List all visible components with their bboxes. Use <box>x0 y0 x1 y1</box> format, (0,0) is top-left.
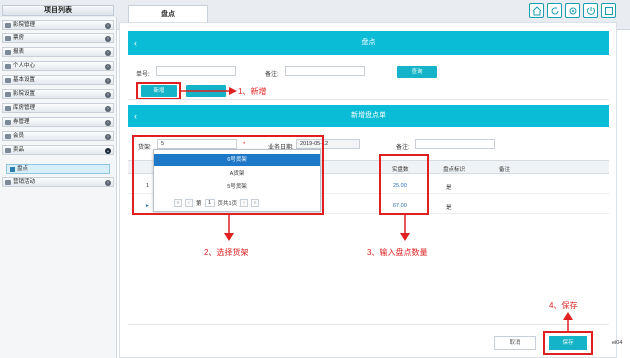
sidebar: 影院管理 › 票房 › 报表 › 个人中心 › 基本设置 › 影院设置 › 库房管理 › 券管… <box>0 17 117 358</box>
home-icon[interactable] <box>529 3 544 18</box>
panel-title: 盘点 <box>361 39 376 46</box>
remark-label: 备注: <box>265 72 279 78</box>
annotation-step3: 3、输入盘点数量 <box>367 248 428 257</box>
query-button[interactable]: 查询 <box>397 66 437 78</box>
chevron-right-icon: › <box>105 91 111 98</box>
chevron-down-icon: ⌄ <box>105 147 111 154</box>
sidebar-item-reports[interactable]: 报表 › <box>2 47 114 57</box>
menu-icon <box>5 180 11 185</box>
remark-input[interactable] <box>285 66 365 76</box>
sidebar-item-warehouse[interactable]: 库房管理 › <box>2 103 114 113</box>
sidebar-item-cinema[interactable]: 影院管理 › <box>2 20 114 30</box>
arrow-down-icon <box>400 215 410 241</box>
highlight-shelf <box>132 135 324 215</box>
sidebar-item-goods[interactable]: 卖品 ⌄ <box>2 145 114 155</box>
form-remark-input[interactable] <box>415 139 495 149</box>
sidebar-subitem-inventory[interactable]: 盘点 <box>6 164 110 174</box>
logout-icon[interactable] <box>583 3 598 18</box>
annotation-step2: 2、选择货架 <box>204 248 249 257</box>
menu-icon <box>5 23 11 28</box>
chevron-right-icon: › <box>105 77 111 84</box>
sidebar-item-members[interactable]: 会员 › <box>2 131 114 141</box>
cell-flag: 是 <box>446 185 452 191</box>
order-no-label: 单号: <box>136 72 150 78</box>
panel-header: ‹ 盘点 <box>128 31 609 55</box>
menu-icon <box>5 120 11 125</box>
highlight-qty <box>379 154 429 215</box>
settings-icon[interactable] <box>565 3 580 18</box>
menu-icon <box>5 64 11 69</box>
order-no-input[interactable] <box>156 66 236 76</box>
menu-icon <box>5 50 11 55</box>
fullscreen-icon[interactable] <box>601 3 616 18</box>
cancel-button[interactable]: 取消 <box>494 336 536 350</box>
menu-icon <box>5 36 11 41</box>
arrow-up-icon <box>563 312 573 332</box>
col-remark: 备注 <box>499 167 511 173</box>
divider <box>128 99 609 100</box>
menu-icon <box>5 92 11 97</box>
annotation-step4: 4、保存 <box>549 301 578 310</box>
chevron-right-icon: › <box>105 49 111 56</box>
col-flag: 盘点标识 <box>443 167 466 173</box>
chevron-right-icon: › <box>105 179 111 186</box>
divider <box>128 324 609 325</box>
form-header: ‹ 新增盘点单 <box>128 105 609 127</box>
corner-tag: ei04 <box>612 340 623 346</box>
back-icon[interactable]: ‹ <box>134 105 137 127</box>
menu-icon <box>5 134 11 139</box>
cell-flag: 是 <box>446 205 452 211</box>
sidebar-item-cinema-settings[interactable]: 影院设置 › <box>2 89 114 99</box>
highlight-save <box>543 331 593 355</box>
chevron-right-icon: › <box>105 119 111 126</box>
highlight-add <box>136 82 181 100</box>
chevron-right-icon: › <box>105 35 111 42</box>
sidebar-title: 项目列表 <box>2 5 114 16</box>
tab-inventory[interactable]: 盘点 <box>128 5 208 22</box>
chevron-right-icon: › <box>105 133 111 140</box>
sidebar-item-tickets[interactable]: 票房 › <box>2 33 114 43</box>
arrow-right-icon <box>181 87 237 95</box>
sidebar-item-coupons[interactable]: 券管理 › <box>2 117 114 127</box>
form-title: 新增盘点单 <box>351 112 386 119</box>
chevron-right-icon: › <box>105 22 111 29</box>
sidebar-item-marketing[interactable]: 营销活动 › <box>2 177 114 187</box>
menu-icon <box>5 78 11 83</box>
document-icon <box>10 167 15 172</box>
top-toolbar <box>529 3 616 18</box>
menu-icon <box>5 106 11 111</box>
annotation-step1: 1、新增 <box>238 87 267 96</box>
refresh-icon[interactable] <box>547 3 562 18</box>
arrow-down-icon <box>224 215 234 241</box>
sidebar-item-personal[interactable]: 个人中心 › <box>2 61 114 71</box>
form-remark-label: 备注: <box>396 145 410 151</box>
back-icon[interactable]: ‹ <box>134 31 137 55</box>
chevron-right-icon: › <box>105 105 111 112</box>
sidebar-item-basic[interactable]: 基本设置 › <box>2 75 114 85</box>
chevron-right-icon: › <box>105 63 111 70</box>
menu-icon <box>5 148 11 153</box>
